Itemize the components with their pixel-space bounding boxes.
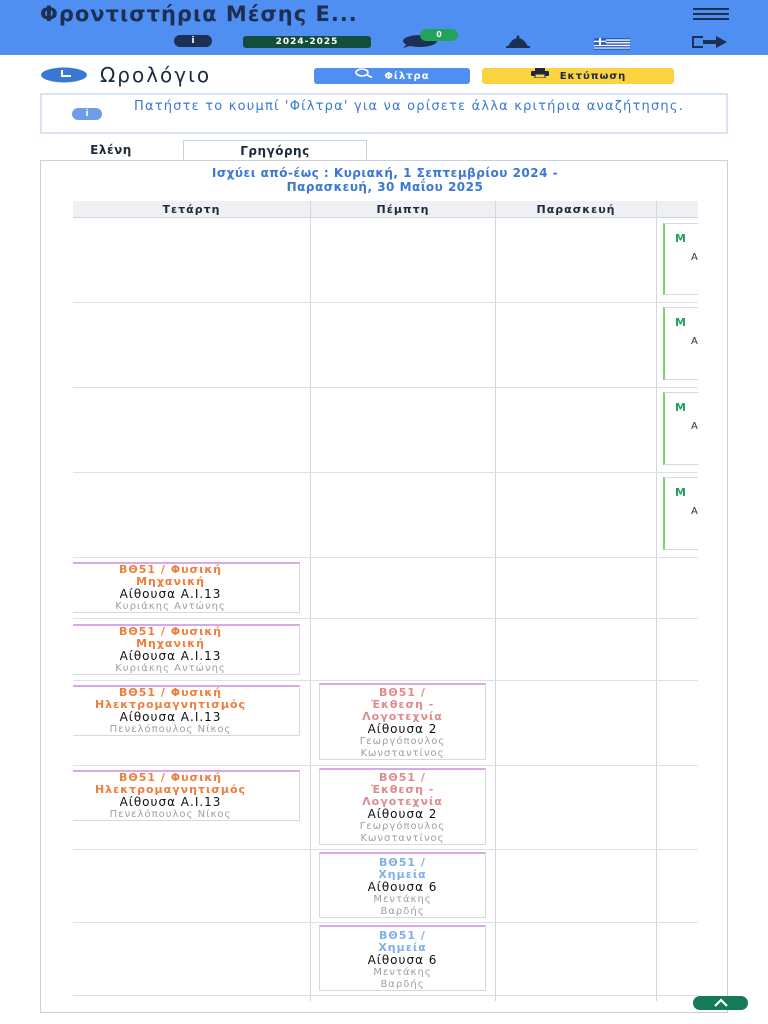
printer-icon (530, 68, 550, 84)
validity-line-1: Ισχύει από-έως : Κυριακή, 1 Σεπτεμβρίου … (211, 166, 559, 180)
row-divider (73, 995, 698, 996)
school-year-badge[interactable]: 2024-2025 (243, 36, 371, 48)
chevron-up-icon (714, 998, 728, 1007)
search-icon (354, 68, 374, 84)
day-header-friday: Παρασκευή (496, 201, 656, 218)
logout-icon[interactable] (689, 34, 729, 48)
row-divider (73, 557, 698, 558)
row-divider (73, 922, 698, 923)
timetable-grid[interactable]: Τετάρτη Πέμπτη Παρασκευή ΜΑ ΜΑ ΜΑ ΜΑ ΒΘ5… (73, 201, 698, 1001)
day-header-thursday: Πέμπτη (311, 201, 495, 218)
filters-button-label: Φίλτρα (384, 71, 430, 82)
lesson-card-wednesday[interactable]: ΒΘ51 / Φυσική Ηλεκτρομαγνητισμός Αίθουσα… (73, 770, 300, 821)
lesson-card-wednesday[interactable]: ΒΘ51 / Φυσική Μηχανική Αίθουσα Α.Ι.13 Κυ… (73, 624, 300, 675)
menu-icon[interactable] (693, 8, 729, 22)
column-divider (656, 201, 657, 1001)
row-divider (73, 302, 698, 303)
tab-grigoris[interactable]: Γρηγόρης (183, 140, 367, 160)
alert-text: Πατήστε το κουμπί 'Φίλτρα' για να ορίσετ… (134, 99, 684, 114)
top-bar: Φροντιστήρια Μέσης Ε... i 2024-2025 0 (0, 0, 768, 55)
lesson-card-thursday[interactable]: ΒΘ51 / Χημεία Αίθουσα 6 Μεντάκης Βαρδής (319, 925, 486, 991)
bell-icon[interactable] (500, 34, 536, 48)
day-header-wednesday: Τετάρτη (73, 201, 310, 218)
page-title: Ωρολόγιο (100, 63, 212, 87)
tab-eleni[interactable]: Ελένη (40, 140, 182, 160)
lesson-card[interactable]: ΜΑ (663, 223, 698, 295)
lesson-card-wednesday[interactable]: ΒΘ51 / Φυσική Ηλεκτρομαγνητισμός Αίθουσα… (73, 685, 300, 736)
row-divider (73, 680, 698, 681)
lesson-card[interactable]: ΜΑ (663, 307, 698, 380)
row-divider (73, 765, 698, 766)
column-divider (310, 201, 311, 1001)
app-title[interactable]: Φροντιστήρια Μέσης Ε... (40, 2, 358, 26)
messages-count-badge: 0 (420, 29, 458, 41)
scroll-to-top-button[interactable] (693, 996, 748, 1010)
column-divider (495, 201, 496, 1001)
clock-icon (40, 67, 88, 83)
lesson-card-wednesday[interactable]: ΒΘ51 / Φυσική Μηχανική Αίθουσα Α.Ι.13 Κυ… (73, 562, 300, 613)
row-divider (73, 387, 698, 388)
timetable-panel: Ισχύει από-έως : Κυριακή, 1 Σεπτεμβρίου … (40, 160, 728, 1013)
info-icon[interactable]: i (174, 35, 212, 47)
print-button-label: Εκτύπωση (559, 71, 627, 82)
filters-button[interactable]: Φίλτρα (314, 68, 470, 84)
validity-period: Ισχύει από-έως : Κυριακή, 1 Σεπτεμβρίου … (41, 166, 727, 194)
info-icon: i (72, 108, 102, 120)
greek-flag-icon[interactable] (594, 35, 630, 50)
print-button[interactable]: Εκτύπωση (482, 68, 674, 84)
lesson-card[interactable]: ΜΑ (663, 392, 698, 465)
row-divider (73, 849, 698, 850)
lesson-card-thursday[interactable]: ΒΘ51 / Έκθεση - Λογοτεχνία Αίθουσα 2 Γεω… (319, 683, 486, 760)
lesson-card[interactable]: ΜΑ (663, 477, 698, 550)
day-header-next (657, 201, 698, 218)
lesson-card-thursday[interactable]: ΒΘ51 / Έκθεση - Λογοτεχνία Αίθουσα 2 Γεω… (319, 768, 486, 845)
info-alert: i Πατήστε το κουμπί 'Φίλτρα' για να ορίσ… (40, 93, 728, 134)
row-divider (73, 618, 698, 619)
validity-line-2: Παρασκευή, 30 Μαΐου 2025 (286, 180, 484, 194)
lesson-card-thursday[interactable]: ΒΘ51 / Χημεία Αίθουσα 6 Μεντάκης Βαρδής (319, 852, 486, 918)
row-divider (73, 472, 698, 473)
